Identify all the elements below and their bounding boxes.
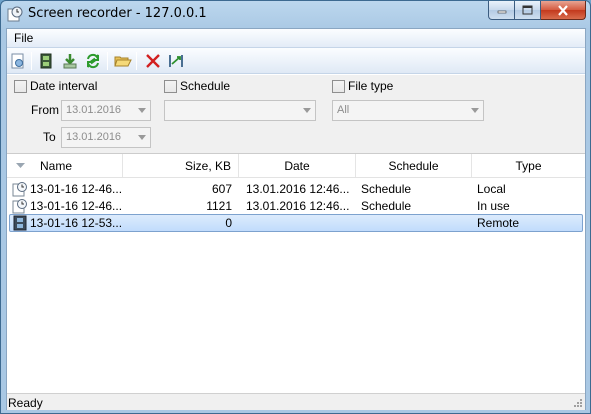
properties-icon bbox=[11, 53, 24, 69]
file-type-checkbox[interactable]: File type bbox=[332, 79, 393, 93]
status-bar: Ready bbox=[7, 393, 585, 410]
schedule-checkbox[interactable]: Schedule bbox=[164, 79, 230, 93]
client-area: File Date interval From 13.01.2016 To 13… bbox=[6, 28, 586, 410]
schedule-label: Schedule bbox=[180, 79, 231, 93]
column-header-schedule[interactable]: Schedule bbox=[356, 154, 472, 177]
filter-panel: Date interval From 13.01.2016 To 13.01.2… bbox=[7, 75, 585, 153]
title-bar[interactable]: Screen recorder - 127.0.0.1 bbox=[1, 1, 590, 27]
chevron-down-icon[interactable] bbox=[466, 101, 483, 120]
file-type-label: File type bbox=[348, 79, 394, 93]
refresh-button[interactable] bbox=[84, 52, 102, 70]
row-schedule: Schedule bbox=[361, 199, 412, 213]
column-header-type[interactable]: Type bbox=[472, 154, 585, 177]
merge-icon bbox=[169, 55, 183, 67]
to-date-picker[interactable]: 13.01.2016 bbox=[61, 127, 151, 148]
table-row[interactable]: 13-01-16 12-46... 607 13.01.2016 12:46..… bbox=[9, 181, 583, 198]
delete-button[interactable] bbox=[144, 52, 162, 70]
date-interval-checkbox[interactable]: Date interval bbox=[14, 79, 97, 93]
row-date: 13.01.2016 12:46... bbox=[246, 182, 350, 196]
close-icon bbox=[558, 4, 568, 16]
chevron-down-icon[interactable] bbox=[133, 128, 150, 147]
row-date: 13.01.2016 12:46... bbox=[246, 199, 350, 213]
film-icon bbox=[40, 53, 52, 69]
from-date-picker[interactable]: 13.01.2016 bbox=[61, 100, 151, 121]
file-type-select[interactable]: All bbox=[332, 100, 484, 121]
app-window: Screen recorder - 127.0.0.1 File Date in… bbox=[0, 0, 591, 414]
from-date-value: 13.01.2016 bbox=[66, 104, 122, 116]
close-button[interactable] bbox=[541, 1, 586, 20]
clock-file-icon bbox=[12, 182, 27, 197]
row-name: 13-01-16 12-46... bbox=[30, 199, 122, 213]
list-header: Name Size, KB Date Schedule Type bbox=[7, 154, 585, 178]
clock-file-icon bbox=[12, 199, 27, 214]
film-icon bbox=[13, 215, 27, 231]
app-clock-icon[interactable] bbox=[7, 6, 23, 22]
maximize-button[interactable] bbox=[515, 1, 541, 20]
table-row[interactable]: 13-01-16 12-46... 1121 13.01.2016 12:46.… bbox=[9, 198, 583, 215]
row-size: 607 bbox=[211, 182, 232, 196]
window-title: Screen recorder - 127.0.0.1 bbox=[28, 6, 207, 21]
to-date-value: 13.01.2016 bbox=[66, 131, 122, 143]
to-label: To bbox=[43, 130, 56, 144]
row-name: 13-01-16 12-46... bbox=[30, 182, 122, 196]
row-size: 0 bbox=[225, 216, 232, 230]
maximize-icon bbox=[522, 5, 533, 15]
menu-file[interactable]: File bbox=[12, 31, 35, 45]
column-header-size[interactable]: Size, KB bbox=[123, 154, 239, 177]
properties-button[interactable] bbox=[9, 52, 27, 70]
row-schedule: Schedule bbox=[361, 182, 412, 196]
row-type: Remote bbox=[477, 216, 520, 230]
minimize-icon bbox=[497, 10, 506, 14]
schedule-select[interactable] bbox=[164, 100, 316, 121]
date-interval-label: Date interval bbox=[30, 79, 98, 93]
file-type-value: All bbox=[337, 104, 350, 116]
delete-icon bbox=[146, 54, 160, 68]
open-folder-button[interactable] bbox=[114, 52, 132, 70]
column-header-date[interactable]: Date bbox=[239, 154, 356, 177]
chevron-down-icon[interactable] bbox=[298, 101, 315, 120]
column-header-name[interactable]: Name bbox=[7, 154, 123, 177]
table-row-selected[interactable]: 13-01-16 12-53... 0 Remote bbox=[9, 214, 583, 232]
from-label: From bbox=[31, 103, 59, 117]
recordings-list[interactable]: Name Size, KB Date Schedule Type 13-01-1… bbox=[7, 153, 585, 393]
row-size: 1121 bbox=[206, 199, 232, 213]
open-folder-icon bbox=[114, 56, 132, 67]
refresh-icon bbox=[87, 53, 99, 69]
checkbox-box[interactable] bbox=[14, 79, 27, 93]
minimize-button[interactable] bbox=[488, 1, 515, 20]
toolbar bbox=[7, 48, 585, 74]
merge-button[interactable] bbox=[167, 52, 185, 70]
sort-arrow-icon bbox=[16, 163, 25, 168]
row-type: In use bbox=[477, 199, 510, 213]
film-button[interactable] bbox=[37, 52, 55, 70]
checkbox-box[interactable] bbox=[164, 79, 177, 93]
checkbox-box[interactable] bbox=[332, 79, 345, 93]
menu-bar: File bbox=[7, 29, 585, 48]
row-name: 13-01-16 12-53... bbox=[30, 216, 122, 230]
status-text: Ready bbox=[8, 396, 43, 410]
resize-grip-icon[interactable] bbox=[573, 398, 583, 408]
download-icon bbox=[63, 54, 77, 69]
download-button[interactable] bbox=[61, 52, 79, 70]
row-type: Local bbox=[477, 182, 506, 196]
chevron-down-icon[interactable] bbox=[133, 101, 150, 120]
